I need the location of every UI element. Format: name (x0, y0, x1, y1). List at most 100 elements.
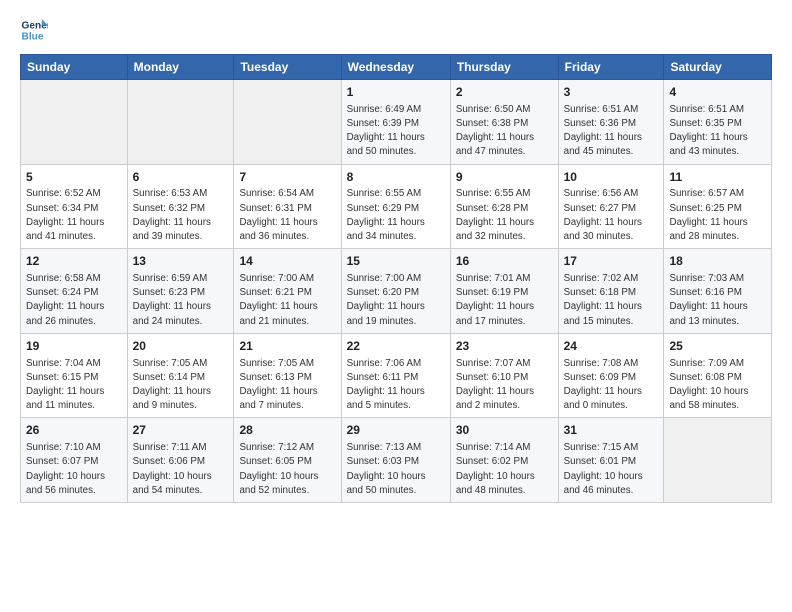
day-cell (127, 80, 234, 165)
day-cell: 9 Sunrise: 6:55 AM Sunset: 6:28 PM Daylig… (450, 164, 558, 249)
calendar-page: General Blue SundayMondayTuesdayWednesda… (0, 0, 792, 519)
day-info: Sunrise: 7:06 AM Sunset: 6:11 PM Dayligh… (347, 358, 425, 412)
day-number: 4 (669, 84, 766, 101)
day-number: 8 (347, 169, 445, 186)
day-number: 26 (26, 422, 122, 439)
week-row-3: 12Sunrise: 6:58 AM Sunset: 6:24 PM Dayli… (21, 249, 772, 334)
day-number: 22 (347, 338, 445, 355)
day-cell: 30 Sunrise: 7:14 AM Sunset: 6:02 PM Dayli… (450, 418, 558, 503)
column-header-sunday: Sunday (21, 55, 128, 80)
logo: General Blue (20, 16, 52, 44)
day-info: Sunrise: 6:56 AM Sunset: 6:27 PM Dayligh… (564, 188, 642, 242)
day-cell: 18 Sunrise: 7:03 AM Sunset: 6:16 PM Dayli… (664, 249, 772, 334)
day-number: 18 (669, 253, 766, 270)
day-info: Sunrise: 7:03 AM Sunset: 6:16 PM Dayligh… (669, 273, 747, 327)
day-info: Sunrise: 7:12 AM Sunset: 6:05 PM Dayligh… (239, 442, 318, 496)
calendar-header: General Blue (20, 16, 772, 44)
column-header-monday: Monday (127, 55, 234, 80)
day-info: Sunrise: 6:49 AM Sunset: 6:39 PM Dayligh… (347, 104, 425, 158)
calendar-header-row: SundayMondayTuesdayWednesdayThursdayFrid… (21, 55, 772, 80)
day-cell: 12Sunrise: 6:58 AM Sunset: 6:24 PM Dayli… (21, 249, 128, 334)
day-cell (664, 418, 772, 503)
calendar-body: 1 Sunrise: 6:49 AM Sunset: 6:39 PM Daylig… (21, 80, 772, 503)
day-number: 24 (564, 338, 659, 355)
calendar-table: SundayMondayTuesdayWednesdayThursdayFrid… (20, 54, 772, 503)
day-info: Sunrise: 7:11 AM Sunset: 6:06 PM Dayligh… (133, 442, 212, 496)
week-row-2: 5 Sunrise: 6:52 AM Sunset: 6:34 PM Daylig… (21, 164, 772, 249)
column-header-friday: Friday (558, 55, 664, 80)
day-cell: 6Sunrise: 6:53 AM Sunset: 6:32 PM Daylig… (127, 164, 234, 249)
day-number: 6 (133, 169, 229, 186)
day-info: Sunrise: 7:08 AM Sunset: 6:09 PM Dayligh… (564, 358, 642, 412)
day-cell: 31 Sunrise: 7:15 AM Sunset: 6:01 PM Dayli… (558, 418, 664, 503)
day-info: Sunrise: 7:02 AM Sunset: 6:18 PM Dayligh… (564, 273, 642, 327)
day-number: 13 (133, 253, 229, 270)
day-cell: 29Sunrise: 7:13 AM Sunset: 6:03 PM Dayli… (341, 418, 450, 503)
day-number: 17 (564, 253, 659, 270)
day-number: 21 (239, 338, 335, 355)
day-number: 31 (564, 422, 659, 439)
day-info: Sunrise: 6:52 AM Sunset: 6:34 PM Dayligh… (26, 188, 104, 242)
day-number: 15 (347, 253, 445, 270)
day-cell: 19 Sunrise: 7:04 AM Sunset: 6:15 PM Dayli… (21, 333, 128, 418)
day-number: 3 (564, 84, 659, 101)
day-info: Sunrise: 6:54 AM Sunset: 6:31 PM Dayligh… (239, 188, 317, 242)
day-cell (21, 80, 128, 165)
day-info: Sunrise: 7:00 AM Sunset: 6:20 PM Dayligh… (347, 273, 425, 327)
day-number: 10 (564, 169, 659, 186)
day-cell: 4Sunrise: 6:51 AM Sunset: 6:35 PM Daylig… (664, 80, 772, 165)
day-cell: 20Sunrise: 7:05 AM Sunset: 6:14 PM Dayli… (127, 333, 234, 418)
column-header-tuesday: Tuesday (234, 55, 341, 80)
day-info: Sunrise: 7:04 AM Sunset: 6:15 PM Dayligh… (26, 358, 104, 412)
day-number: 20 (133, 338, 229, 355)
day-cell: 13 Sunrise: 6:59 AM Sunset: 6:23 PM Dayli… (127, 249, 234, 334)
day-number: 1 (347, 84, 445, 101)
day-cell: 28 Sunrise: 7:12 AM Sunset: 6:05 PM Dayli… (234, 418, 341, 503)
day-cell: 1 Sunrise: 6:49 AM Sunset: 6:39 PM Daylig… (341, 80, 450, 165)
week-row-5: 26 Sunrise: 7:10 AM Sunset: 6:07 PM Dayli… (21, 418, 772, 503)
day-cell: 17 Sunrise: 7:02 AM Sunset: 6:18 PM Dayli… (558, 249, 664, 334)
day-info: Sunrise: 7:09 AM Sunset: 6:08 PM Dayligh… (669, 358, 748, 412)
day-info: Sunrise: 6:51 AM Sunset: 6:36 PM Dayligh… (564, 104, 642, 158)
day-cell: 5 Sunrise: 6:52 AM Sunset: 6:34 PM Daylig… (21, 164, 128, 249)
day-info: Sunrise: 7:10 AM Sunset: 6:07 PM Dayligh… (26, 442, 105, 496)
day-info: Sunrise: 6:50 AM Sunset: 6:38 PM Dayligh… (456, 104, 534, 158)
day-info: Sunrise: 7:05 AM Sunset: 6:13 PM Dayligh… (239, 358, 317, 412)
day-info: Sunrise: 7:01 AM Sunset: 6:19 PM Dayligh… (456, 273, 534, 327)
day-info: Sunrise: 7:15 AM Sunset: 6:01 PM Dayligh… (564, 442, 643, 496)
day-number: 23 (456, 338, 553, 355)
day-number: 7 (239, 169, 335, 186)
day-info: Sunrise: 7:13 AM Sunset: 6:03 PM Dayligh… (347, 442, 426, 496)
day-cell: 25Sunrise: 7:09 AM Sunset: 6:08 PM Dayli… (664, 333, 772, 418)
day-cell (234, 80, 341, 165)
day-number: 16 (456, 253, 553, 270)
day-number: 28 (239, 422, 335, 439)
column-header-thursday: Thursday (450, 55, 558, 80)
day-info: Sunrise: 6:59 AM Sunset: 6:23 PM Dayligh… (133, 273, 211, 327)
day-cell: 10 Sunrise: 6:56 AM Sunset: 6:27 PM Dayli… (558, 164, 664, 249)
day-cell: 24 Sunrise: 7:08 AM Sunset: 6:09 PM Dayli… (558, 333, 664, 418)
day-number: 19 (26, 338, 122, 355)
day-cell: 15 Sunrise: 7:00 AM Sunset: 6:20 PM Dayli… (341, 249, 450, 334)
day-info: Sunrise: 7:07 AM Sunset: 6:10 PM Dayligh… (456, 358, 534, 412)
day-number: 30 (456, 422, 553, 439)
day-cell: 23 Sunrise: 7:07 AM Sunset: 6:10 PM Dayli… (450, 333, 558, 418)
day-cell: 26 Sunrise: 7:10 AM Sunset: 6:07 PM Dayli… (21, 418, 128, 503)
week-row-4: 19 Sunrise: 7:04 AM Sunset: 6:15 PM Dayli… (21, 333, 772, 418)
logo-icon: General Blue (20, 16, 48, 44)
day-cell: 14Sunrise: 7:00 AM Sunset: 6:21 PM Dayli… (234, 249, 341, 334)
day-cell: 27 Sunrise: 7:11 AM Sunset: 6:06 PM Dayli… (127, 418, 234, 503)
column-header-wednesday: Wednesday (341, 55, 450, 80)
day-number: 2 (456, 84, 553, 101)
day-number: 27 (133, 422, 229, 439)
column-header-saturday: Saturday (664, 55, 772, 80)
day-number: 5 (26, 169, 122, 186)
day-info: Sunrise: 6:55 AM Sunset: 6:28 PM Dayligh… (456, 188, 534, 242)
day-info: Sunrise: 7:00 AM Sunset: 6:21 PM Dayligh… (239, 273, 317, 327)
day-info: Sunrise: 7:14 AM Sunset: 6:02 PM Dayligh… (456, 442, 535, 496)
day-number: 12 (26, 253, 122, 270)
day-cell: 2 Sunrise: 6:50 AM Sunset: 6:38 PM Daylig… (450, 80, 558, 165)
week-row-1: 1 Sunrise: 6:49 AM Sunset: 6:39 PM Daylig… (21, 80, 772, 165)
day-cell: 22 Sunrise: 7:06 AM Sunset: 6:11 PM Dayli… (341, 333, 450, 418)
day-number: 9 (456, 169, 553, 186)
